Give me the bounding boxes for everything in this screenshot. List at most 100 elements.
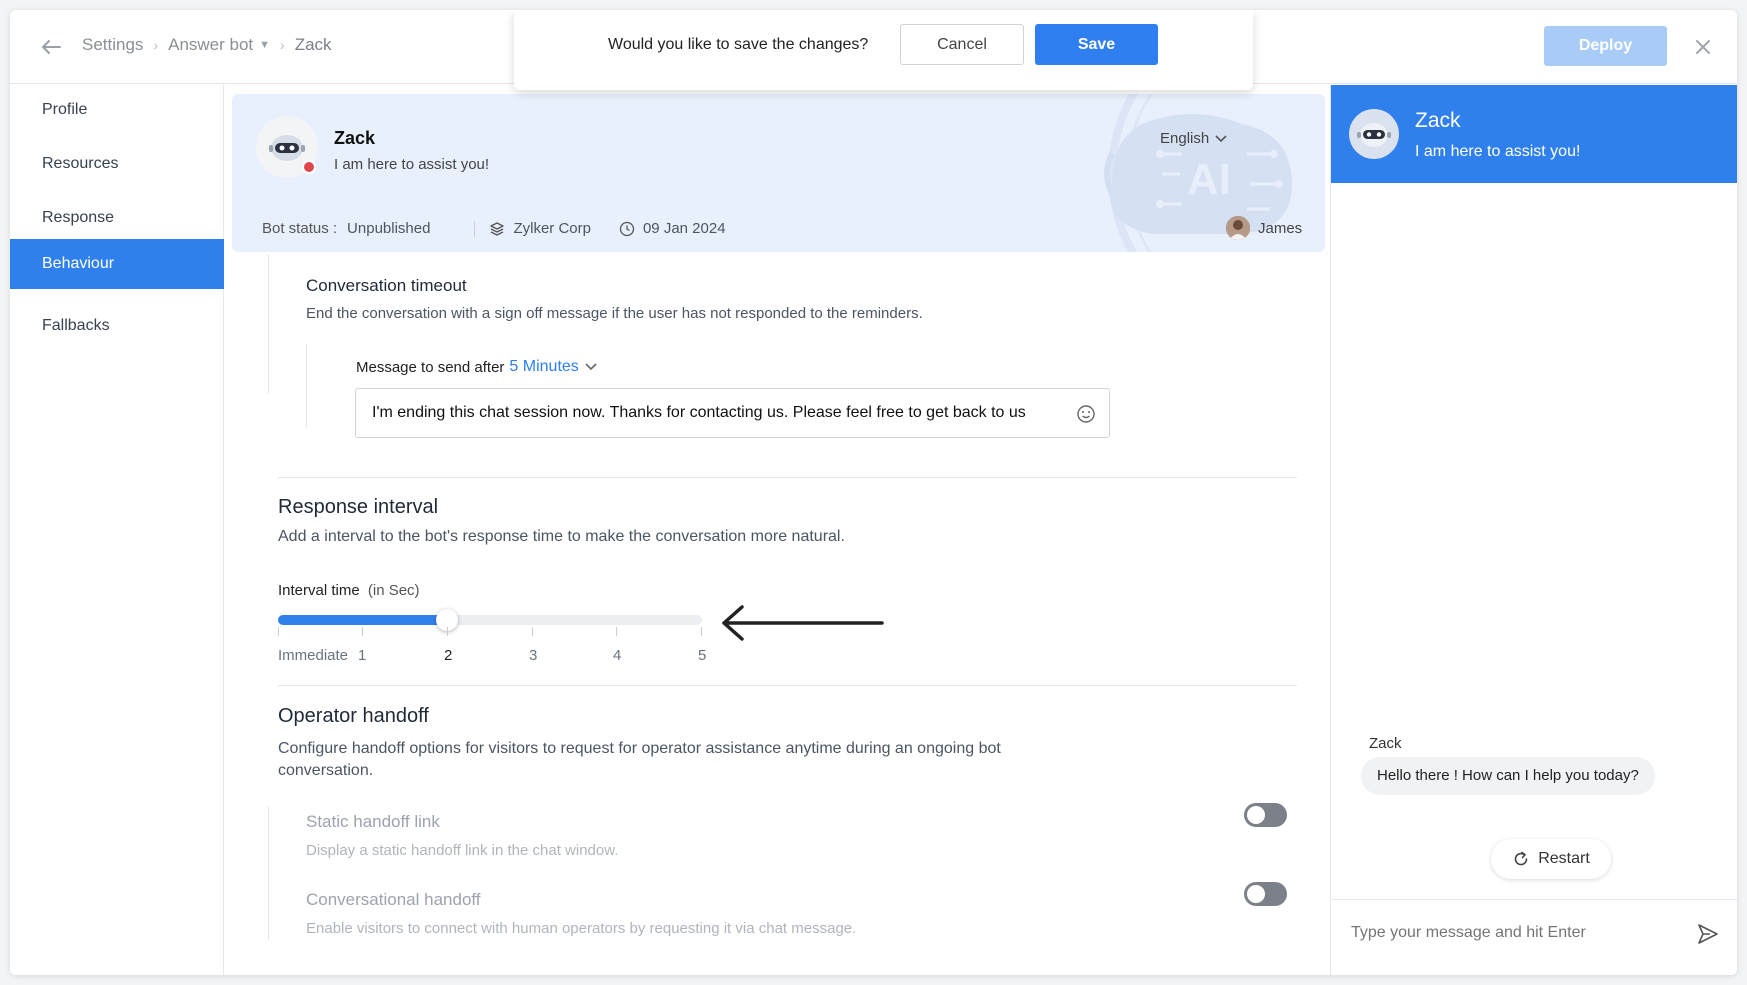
chat-bot-tagline: I am here to assist you!	[1415, 143, 1581, 160]
toggle-knob	[1247, 885, 1265, 903]
sidebar-item-profile[interactable]: Profile	[10, 85, 224, 135]
bot-name: Zack	[334, 128, 376, 148]
breadcrumb-current: Zack	[294, 35, 332, 54]
bot-info-card: AI Zack I am here to assist you! English…	[232, 94, 1325, 252]
slider-tick	[616, 627, 617, 636]
slider-tick-label: 3	[529, 647, 538, 664]
response-interval-description: Add a interval to the bot's response tim…	[278, 528, 845, 545]
language-label: English	[1160, 130, 1210, 147]
signoff-message-input[interactable]: I'm ending this chat session now. Thanks…	[355, 388, 1110, 438]
interval-slider[interactable]	[278, 609, 702, 631]
operator-handoff-description: Configure handoff options for visitors t…	[278, 738, 1001, 782]
handoff-desc-line1: Configure handoff options for visitors t…	[278, 740, 1001, 757]
bot-meta: Bot status : Unpublished Zylker Corp 09 …	[262, 220, 726, 237]
restart-label: Restart	[1538, 850, 1590, 867]
arrow-left-icon	[722, 605, 884, 641]
save-changes-dialog: Would you like to save the changes? Canc…	[514, 10, 1253, 90]
back-arrow-icon[interactable]	[40, 36, 62, 58]
divider	[474, 220, 476, 237]
clock-icon	[619, 221, 635, 237]
emoji-icon[interactable]	[1076, 404, 1096, 424]
message-send-after: Message to send after 5 Minutes	[356, 358, 597, 376]
bot-status-label: Bot status :	[262, 220, 338, 237]
slider-tick-label: 2	[444, 647, 453, 664]
chat-input-row	[1331, 899, 1737, 975]
static-handoff-title: Static handoff link	[306, 812, 440, 831]
slider-tick	[701, 627, 702, 636]
layers-icon	[489, 221, 505, 237]
chevron-down-icon	[585, 363, 597, 371]
breadcrumb-settings[interactable]: Settings	[82, 35, 143, 55]
slider-tick-label: 4	[613, 647, 622, 664]
chevron-right-icon: ›	[280, 37, 285, 53]
slider-tick	[447, 627, 448, 636]
interval-time-label: Interval time (in Sec)	[278, 582, 420, 599]
section-divider	[278, 685, 1297, 686]
toggle-knob	[1247, 806, 1265, 824]
slider-tick	[362, 627, 363, 636]
close-icon[interactable]	[1692, 36, 1714, 58]
company-name: Zylker Corp	[513, 220, 591, 237]
chat-bot-avatar	[1349, 109, 1399, 159]
bot-avatar[interactable]	[256, 116, 318, 178]
chat-bot-name: Zack	[1415, 109, 1461, 132]
slider-fill	[278, 615, 447, 625]
chat-preview-panel: Zack I am here to assist you! Zack Hello…	[1330, 85, 1737, 975]
deploy-button[interactable]: Deploy	[1544, 26, 1667, 66]
interval-unit: (in Sec)	[367, 582, 420, 599]
save-dialog-question: Would you like to save the changes?	[608, 36, 869, 53]
created-date: 09 Jan 2024	[642, 220, 726, 237]
language-selector[interactable]: English	[1160, 130, 1227, 147]
robot-icon	[1357, 123, 1391, 147]
slider-tick	[532, 627, 533, 636]
owner-name: James	[1258, 219, 1303, 237]
chat-message-input[interactable]	[1351, 924, 1681, 942]
conversational-handoff-desc: Enable visitors to connect with human op…	[306, 920, 857, 937]
sidebar-item-behaviour[interactable]: Behaviour	[10, 239, 224, 289]
sidebar-item-resources[interactable]: Resources	[10, 139, 224, 189]
section-divider	[278, 477, 1297, 478]
slider-tick-label: Immediate	[278, 647, 349, 664]
handoff-desc-line2: conversation.	[278, 762, 374, 779]
section-indent-line	[268, 254, 269, 394]
bot-owner: James	[1226, 216, 1302, 240]
breadcrumb-answer-bot[interactable]: Answer bot	[168, 35, 253, 55]
chat-message-bubble: Hello there ! How can I help you today?	[1361, 757, 1655, 795]
response-interval-title: Response interval	[278, 496, 439, 518]
timeout-title: Conversation timeout	[306, 276, 467, 295]
cancel-button[interactable]: Cancel	[900, 24, 1024, 65]
static-handoff-toggle[interactable]	[1244, 803, 1287, 827]
chevron-right-icon: ›	[153, 37, 159, 53]
message-sender: Zack	[1369, 735, 1402, 752]
refresh-icon	[1514, 851, 1528, 866]
restart-button[interactable]: Restart	[1491, 839, 1611, 879]
caret-down-icon[interactable]: ▼	[259, 39, 270, 51]
send-icon[interactable]	[1696, 922, 1720, 946]
static-handoff-desc: Display a static handoff link in the cha…	[306, 842, 619, 859]
operator-handoff-title: Operator handoff	[278, 705, 429, 727]
slider-tick	[278, 627, 279, 636]
timeout-duration: 5 Minutes	[509, 358, 579, 375]
app-window: Settings › Answer bot ▼ › Zack Deploy Wo…	[10, 10, 1737, 975]
bot-tagline: I am here to assist you!	[334, 156, 490, 173]
save-button[interactable]: Save	[1035, 24, 1158, 65]
handoff-indent-line	[268, 806, 269, 940]
slider-tick-label: 1	[358, 647, 367, 664]
slider-tick-label: 5	[698, 647, 707, 664]
svg-text:AI: AI	[1187, 155, 1231, 204]
sidebar-item-fallbacks[interactable]: Fallbacks	[10, 301, 224, 351]
chat-header: Zack I am here to assist you!	[1331, 85, 1737, 183]
conversational-handoff-toggle[interactable]	[1244, 882, 1287, 906]
sidebar-item-response[interactable]: Response	[10, 193, 224, 243]
bot-status-value: Unpublished	[347, 220, 431, 237]
interval-label-text: Interval time	[278, 582, 360, 599]
settings-sidebar: Profile Resources Response Behaviour Fal…	[10, 85, 224, 975]
message-indent-line	[306, 344, 307, 428]
message-label: Message to send after	[356, 358, 505, 376]
avatar	[1226, 216, 1250, 240]
chevron-down-icon	[1215, 134, 1227, 142]
timeout-description: End the conversation with a sign off mes…	[306, 305, 923, 322]
timeout-duration-dropdown[interactable]: 5 Minutes	[509, 358, 597, 376]
breadcrumb: Settings › Answer bot ▼ › Zack	[82, 35, 332, 55]
conversational-handoff-title: Conversational handoff	[306, 890, 481, 909]
